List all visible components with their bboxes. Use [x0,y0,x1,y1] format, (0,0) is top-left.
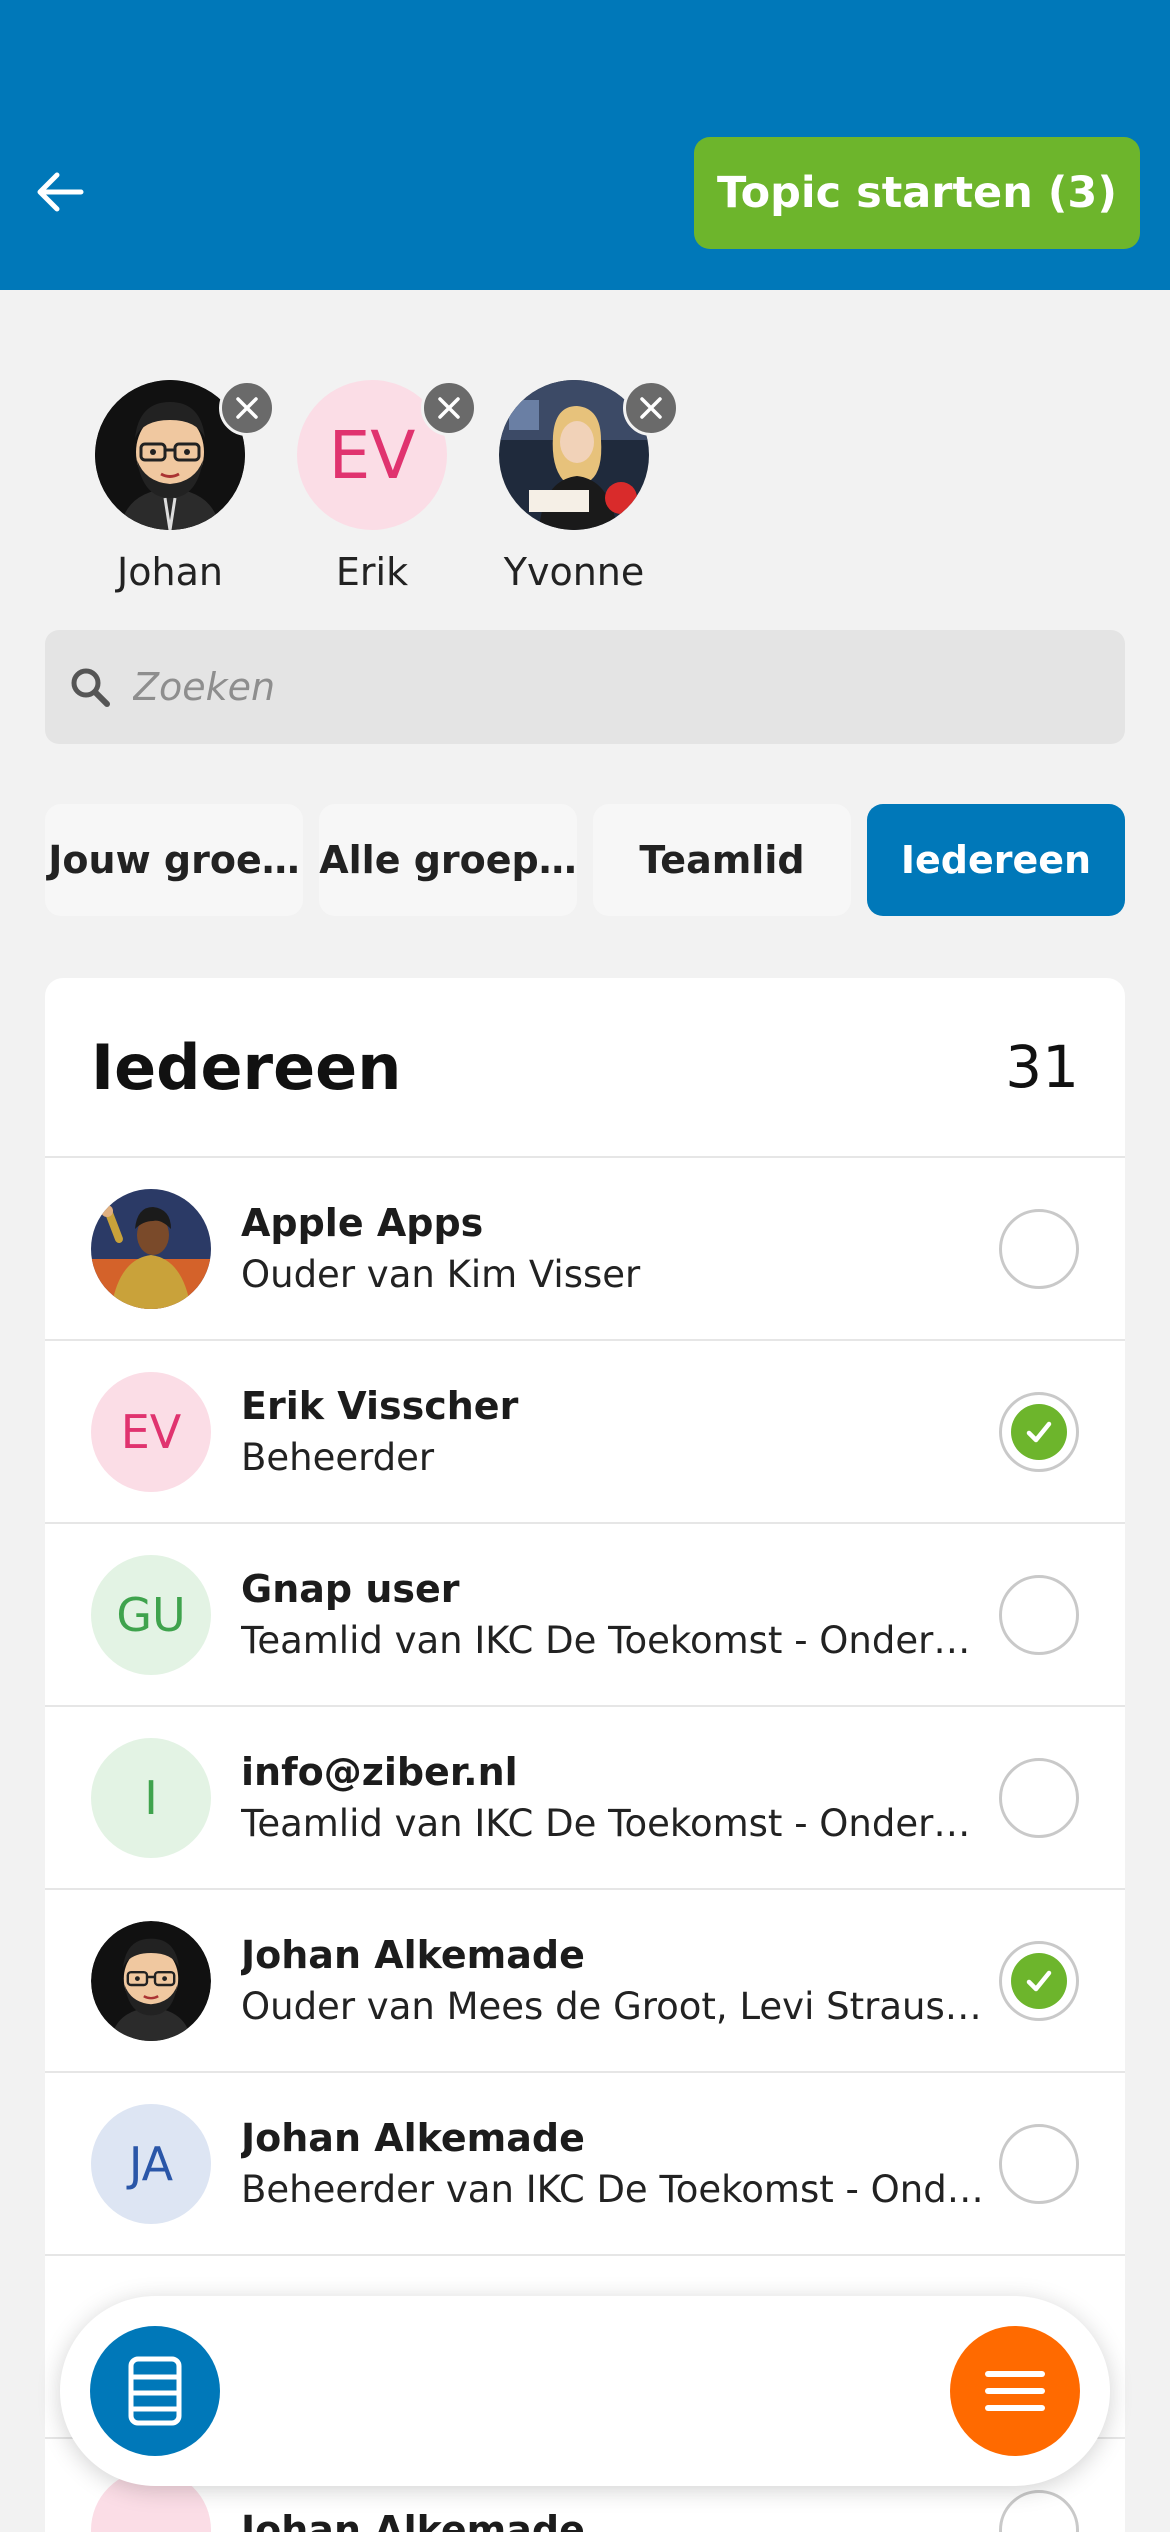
remove-recipient-button[interactable] [219,380,275,436]
avatar-initials: JA [91,2103,211,2224]
select-radio[interactable] [999,1574,1079,1655]
contact-text: info@ziber.nl Teamlid van IKC De Toekoms… [241,1750,999,1845]
select-radio[interactable] [999,1391,1079,1472]
contact-text: Apple Apps Ouder van Kim Visser [241,1201,999,1296]
contact-role: Teamlid van IKC De Toekomst - Onderwijs [241,1619,999,1662]
contact-name: info@ziber.nl [241,1750,518,1794]
contact-role: Beheerder [241,1436,435,1479]
card-header: Iedereen 31 [45,978,1125,1158]
close-icon [236,397,258,419]
avatar [91,1188,211,1309]
select-radio[interactable] [999,1940,1079,2021]
contact-role: Ouder van Mees de Groot, Levi Strauss, … [241,1985,999,2028]
tab-team-member[interactable]: Teamlid [593,804,851,916]
contact-name: Johan Alkemade [241,1933,585,1977]
search-bar [45,630,1125,744]
contact-count: 31 [1005,1033,1079,1101]
tab-your-groups[interactable]: Jouw groe… [45,804,303,916]
avatar-initials: EV [91,1371,211,1492]
checkmark-icon [1026,1970,1052,1991]
selected-recipient: Yvonne [474,380,679,594]
menu-icon [985,2371,1045,2411]
avatar-initials: I [91,1737,211,1858]
contact-name: Apple Apps [241,1201,484,1245]
start-topic-button[interactable]: Topic starten (3) [694,137,1140,249]
contact-name: Gnap user [241,1567,460,1611]
selected-recipient: Johan [70,380,275,594]
select-radio[interactable] [999,2123,1079,2204]
checkmark-icon [1026,1421,1052,1442]
back-button[interactable] [28,160,92,224]
contact-text: Erik Visscher Beheerder [241,1384,999,1479]
app-header: Topic starten (3) [0,0,1170,290]
selected-recipients: Johan EV Erik Yvonne [0,380,1170,600]
contact-text: Johan Alkemade Beheerder van IKC De Toek… [241,2116,999,2211]
recipient-name: Johan [117,550,223,594]
avatar [499,380,679,530]
recipient-name: Yvonne [503,550,645,594]
close-icon [640,397,662,419]
contact-row[interactable]: EV Erik Visscher Beheerder [45,1341,1125,1524]
contact-name: Johan Alkemade [241,2507,585,2532]
filter-tabs: Jouw groe… Alle groep… Teamlid Iedereen [45,804,1125,916]
contact-name: Erik Visscher [241,1384,519,1428]
contact-text: Gnap user Teamlid van IKC De Toekomst - … [241,1567,999,1662]
avatar: EV [297,380,477,530]
close-icon [438,397,460,419]
contact-row[interactable]: Johan Alkemade Ouder van Mees de Groot, … [45,1890,1125,2073]
bottom-action-bar [60,2296,1110,2486]
avatar [91,1920,211,2041]
tab-everyone[interactable]: Iedereen [867,804,1125,916]
selected-recipient: EV Erik [272,380,477,594]
avatar [95,380,275,530]
phone-book-icon [128,2356,182,2426]
contact-name: Johan Alkemade [241,2116,585,2160]
contact-row[interactable]: I info@ziber.nl Teamlid van IKC De Toeko… [45,1707,1125,1890]
contact-text: Johan Alkemade Ouder van Mees de Groot, … [241,1933,999,2028]
contact-row[interactable]: Apple Apps Ouder van Kim Visser [45,1158,1125,1341]
radio-selected-dot [1011,1403,1067,1460]
search-input[interactable] [133,665,1033,709]
select-radio[interactable] [999,1757,1079,1838]
menu-button[interactable] [950,2326,1080,2456]
contact-text: Johan Alkemade [241,2508,999,2532]
contact-role: Teamlid van IKC De Toekomst - Onderwijs [241,1802,999,1845]
card-title: Iedereen [91,1030,402,1104]
avatar-initials: GU [91,1554,211,1675]
contacts-button[interactable] [90,2326,220,2456]
select-radio[interactable] [999,2489,1079,2532]
tab-all-groups[interactable]: Alle groep… [319,804,577,916]
contact-role: Beheerder van IKC De Toekomst - Onde… [241,2168,999,2211]
radio-selected-dot [1011,1952,1067,2009]
search-icon [71,668,110,707]
contact-row[interactable]: JA Johan Alkemade Beheerder van IKC De T… [45,2073,1125,2256]
select-radio[interactable] [999,1208,1079,1289]
recipient-name: Erik [335,550,409,594]
contact-row[interactable]: GU Gnap user Teamlid van IKC De Toekomst… [45,1524,1125,1707]
remove-recipient-button[interactable] [623,380,679,436]
remove-recipient-button[interactable] [421,380,477,436]
contact-role: Ouder van Kim Visser [241,1253,641,1296]
arrow-left-icon [37,172,84,212]
